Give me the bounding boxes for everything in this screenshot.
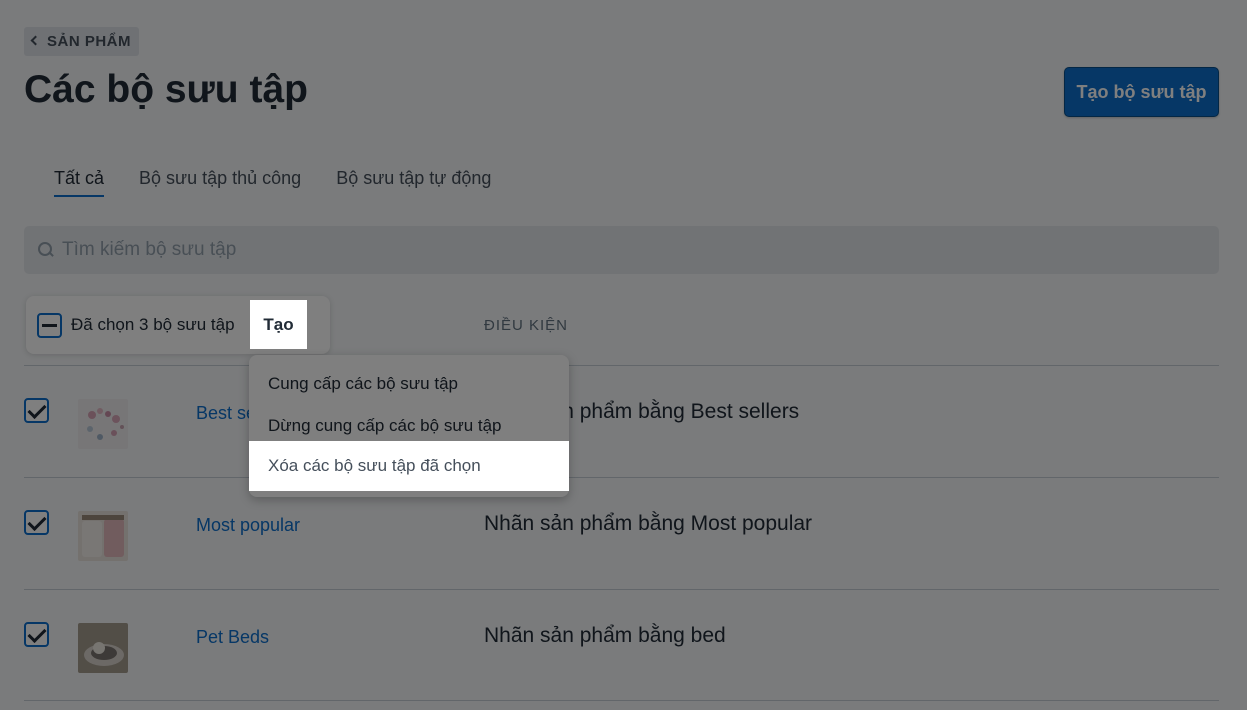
menu-item-publish[interactable]: Cung cấp các bộ sưu tập (249, 363, 569, 405)
breadcrumb-back-products[interactable]: SẢN PHẨM (24, 27, 140, 56)
search-input[interactable] (62, 239, 962, 261)
collection-thumbnail (78, 399, 128, 449)
collections-page: SẢN PHẨM Các bộ sưu tập Tạo bộ sưu tập T… (0, 0, 1247, 710)
search-icon (38, 242, 54, 258)
tab-manual-collections[interactable]: Bộ sưu tập thủ công (139, 168, 301, 197)
collection-name-link[interactable]: Pet Beds (196, 627, 269, 648)
tabs: Tất cả Bộ sưu tập thủ công Bộ sưu tập tự… (54, 168, 491, 197)
tab-all[interactable]: Tất cả (54, 168, 105, 197)
collection-thumbnail (78, 511, 128, 561)
page-title: Các bộ sưu tập (24, 68, 308, 111)
condition-column-header: ĐIỀU KIỆN (484, 317, 569, 334)
bulk-action-button[interactable]: Tạo (250, 300, 307, 349)
collection-condition: Nhãn sản phẩm bằng bed (484, 624, 726, 647)
tab-automated-collections[interactable]: Bộ sưu tập tự động (336, 168, 491, 197)
table-row[interactable]: Most popular Nhãn sản phẩm bằng Most pop… (24, 478, 1219, 588)
highlighted-menu-item-delete[interactable]: Xóa các bộ sưu tập đã chọn (249, 441, 569, 491)
table-row[interactable]: Pet Beds Nhãn sản phẩm bằng bed (24, 590, 1219, 700)
row-divider (24, 700, 1219, 701)
chevron-left-icon (30, 35, 41, 46)
search-bar (24, 226, 1219, 274)
collection-name-link[interactable]: Most popular (196, 515, 300, 536)
row-checkbox[interactable] (24, 622, 49, 647)
collection-thumbnail (78, 623, 128, 673)
create-collection-button[interactable]: Tạo bộ sưu tập (1064, 67, 1219, 117)
table-row[interactable]: Best sellers Nhãn sản phẩm bằng Best sel… (24, 366, 1219, 476)
collection-condition: Nhãn sản phẩm bằng Most popular (484, 512, 813, 535)
selected-count-label: Đã chọn 3 bộ sưu tập (71, 315, 235, 334)
row-checkbox[interactable] (24, 398, 49, 423)
deselect-all-checkbox[interactable] (37, 312, 62, 338)
breadcrumb-label: SẢN PHẨM (47, 33, 132, 50)
row-checkbox[interactable] (24, 510, 49, 535)
